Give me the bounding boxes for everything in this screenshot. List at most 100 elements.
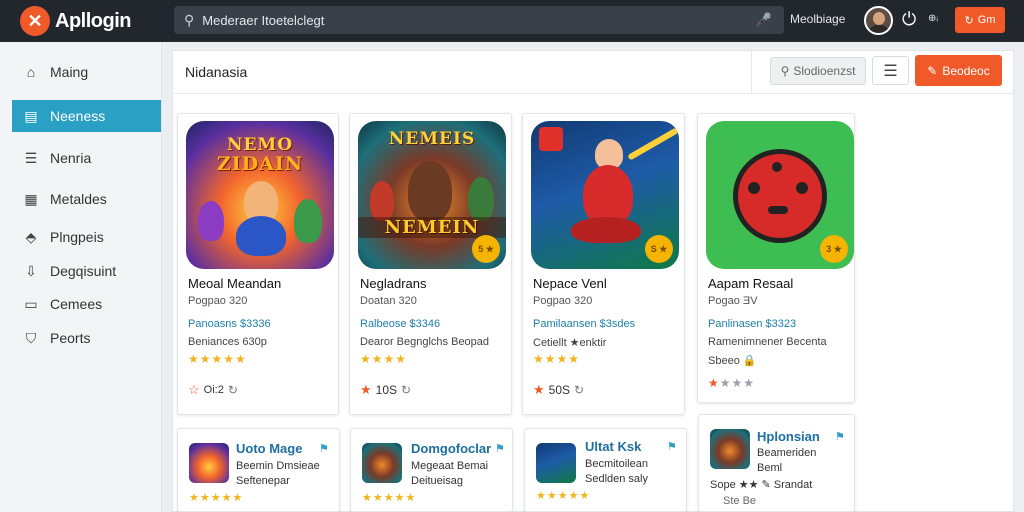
app-list-card[interactable]: Domgofoclar ⚑ Megeaat Bemai Deitueisag ★…: [350, 428, 513, 512]
refresh-icon[interactable]: ↻: [401, 383, 411, 397]
sort-button[interactable]: ⚲ Slodioenzst: [770, 57, 866, 85]
sidebar-item-label: Peorts: [50, 330, 91, 346]
sidebar-item-0[interactable]: ⌂ Maing: [12, 56, 161, 88]
app-info: Beniances 630p: [188, 336, 267, 348]
bookmark-icon[interactable]: ⚑: [667, 440, 677, 453]
app-line: Megeaat Bemai: [411, 460, 489, 472]
app-card[interactable]: S ★ Nepace Venl Pogpao 320 Pamilaansen $…: [522, 113, 685, 415]
app-subtitle: Doatan 320: [360, 295, 417, 307]
app-line: Beemin Dmsieae: [236, 460, 320, 472]
star-icon[interactable]: ★: [533, 382, 545, 398]
microphone-icon[interactable]: 🎤: [756, 12, 772, 28]
app-line: Sope ★★ ✎ Srandat: [710, 479, 813, 491]
top-small-label[interactable]: ⊕ᵢ: [928, 13, 938, 24]
app-line: Beameriden: [757, 447, 817, 459]
logo-icon: ✕: [20, 6, 50, 36]
search-input[interactable]: [202, 12, 743, 28]
page-title: Nidanasia: [185, 64, 248, 80]
app-name[interactable]: Meoal Meandan: [188, 276, 281, 291]
card-footer: ★ 50S ↻: [533, 382, 584, 398]
bookmark-icon: ⛉: [25, 329, 37, 346]
app-card[interactable]: NEMEIS NEMEIN 5 ★ Negladrans Doatan 320 …: [349, 113, 512, 415]
refresh-icon[interactable]: ↻: [228, 383, 238, 397]
app-subtitle: Pogpao 320: [533, 295, 593, 307]
sidebar-item-6[interactable]: ▭ Cemees: [12, 288, 161, 320]
power-icon[interactable]: ⏻: [902, 9, 916, 30]
sidebar-item-5[interactable]: ⇩ Degqisuint: [12, 255, 161, 287]
sidebar-item-label: Nenria: [50, 150, 92, 166]
thumbnail-art-title: ZIDAIN: [216, 153, 304, 175]
star-rating: ★★★★★: [362, 492, 417, 504]
sidebar-item-label: Neeness: [50, 108, 106, 124]
sidebar: ⌂ Maing ▤ Neeness ☰ Nenria ▦ Metaldes ⬘ …: [0, 42, 162, 512]
app-title[interactable]: Ultat Ksk: [585, 439, 641, 454]
bookmark-icon[interactable]: ⚑: [319, 442, 329, 455]
avatar[interactable]: [864, 6, 893, 35]
app-thumbnail[interactable]: [536, 443, 576, 483]
star-icon: ★: [708, 376, 720, 390]
footer-count: 50S: [548, 383, 571, 397]
app-logo[interactable]: ✕ Apllogin: [20, 6, 170, 36]
app-subtitle: Pogao ƎV: [708, 295, 758, 307]
menu-icon: ☰: [24, 149, 38, 166]
gamepad-icon: [733, 149, 827, 243]
thumbnail-art-title: NEMEIS: [388, 129, 476, 149]
app-thumbnail[interactable]: 3 ★: [706, 121, 854, 269]
sidebar-item-7[interactable]: ⛉ Peorts: [12, 322, 161, 354]
app-title[interactable]: Domgofoclar: [411, 441, 491, 456]
sidebar-item-1[interactable]: ▤ Neeness: [12, 100, 161, 132]
list-view-button[interactable]: ☰: [872, 56, 909, 85]
app-list-card[interactable]: Ultat Ksk ⚑ Becmitoilean Sedlden saly ★★…: [524, 428, 687, 512]
app-card[interactable]: 3 ★ Aapam Resaal Pogao ƎV Panlinasen $33…: [697, 113, 855, 403]
document-icon: ▤: [24, 107, 38, 124]
app-card[interactable]: NEMO ZIDAIN Meoal Meandan Pogpao 320 Pan…: [177, 113, 339, 415]
app-thumbnail[interactable]: [189, 443, 229, 483]
app-list-card[interactable]: Hplonsian ⚑ Beameriden Beml Sope ★★ ✎ Sr…: [698, 414, 855, 512]
app-info: Ramenimnener Becenta: [708, 336, 827, 348]
list-icon: ☰: [883, 62, 898, 80]
rating-badge: S ★: [645, 235, 673, 263]
sort-label: Slodioenzst: [793, 64, 856, 78]
star-icon[interactable]: ★: [360, 382, 372, 398]
bookmark-icon[interactable]: ⚑: [835, 430, 845, 443]
app-subtitle: Pogpao 320: [188, 295, 248, 307]
app-thumbnail[interactable]: NEMO ZIDAIN: [186, 121, 334, 269]
app-name[interactable]: Nepace Venl: [533, 276, 607, 291]
rating-badge: 5 ★: [472, 235, 500, 263]
grid-icon: ▦: [24, 190, 38, 207]
sidebar-item-3[interactable]: ▦ Metaldes: [12, 183, 161, 215]
app-title[interactable]: Hplonsian: [757, 429, 820, 444]
tag-icon: ⬘: [25, 228, 37, 245]
app-name: Apllogin: [55, 9, 131, 32]
app-name[interactable]: Aapam Resaal: [708, 276, 793, 291]
refresh-icon[interactable]: ↻: [574, 383, 584, 397]
app-thumbnail[interactable]: S ★: [531, 121, 679, 269]
search-icon: ⚲: [184, 11, 195, 28]
star-outline-icon[interactable]: ☆: [188, 382, 200, 398]
sidebar-item-4[interactable]: ⬘ Plngpeis: [12, 221, 161, 253]
sidebar-item-2[interactable]: ☰ Nenria: [12, 142, 161, 174]
app-thumbnail[interactable]: [362, 443, 402, 483]
app-thumbnail[interactable]: [710, 429, 750, 469]
sidebar-item-label: Cemees: [50, 296, 103, 312]
app-thumbnail[interactable]: NEMEIS NEMEIN 5 ★: [358, 121, 506, 269]
search-bar[interactable]: ⚲ 🎤: [174, 6, 784, 34]
app-price: Panlinasen $3323: [708, 318, 797, 330]
refresh-icon: ↻: [964, 14, 974, 27]
top-link[interactable]: Meolbiage: [790, 12, 845, 26]
header-divider: [751, 51, 752, 94]
app-list-card[interactable]: Uoto Mage ⚑ Beemin Dmsieae Seftenepar ★★…: [177, 428, 340, 512]
star-rating: ★★★★★: [536, 490, 591, 502]
app-name[interactable]: Negladrans: [360, 276, 427, 291]
app-line: Beml: [757, 462, 783, 474]
top-cta-button[interactable]: ↻ Gm: [955, 7, 1005, 33]
bookmark-icon[interactable]: ⚑: [495, 442, 505, 455]
sidebar-item-label: Maing: [50, 64, 89, 80]
primary-action-label: Beodeoc: [942, 63, 990, 78]
card-footer: ☆ Oi:2 ↻: [188, 382, 238, 398]
app-line: Seftenepar: [236, 475, 290, 487]
card-footer: ★ 10S ↻: [360, 382, 411, 398]
primary-action-button[interactable]: ✎ Beodeoc: [915, 55, 1002, 86]
app-title[interactable]: Uoto Mage: [236, 441, 302, 456]
app-info-extra: Sbeeo 🔒: [708, 355, 757, 367]
